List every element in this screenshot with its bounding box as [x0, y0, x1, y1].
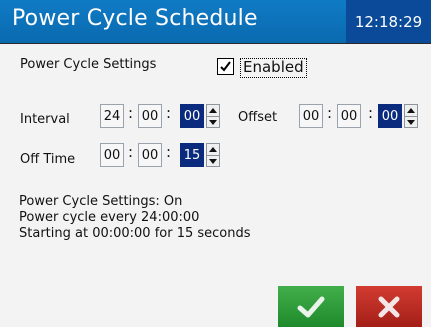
time-separator: : [327, 104, 333, 122]
triangle-up-icon [407, 108, 415, 113]
offset-minutes-field[interactable]: 00 [337, 104, 361, 128]
triangle-down-icon [407, 120, 415, 125]
spinner-up-button[interactable] [207, 144, 219, 156]
settings-label: Power Cycle Settings [20, 57, 157, 72]
status-summary: Power Cycle Settings: On Power cycle eve… [19, 194, 251, 242]
triangle-down-icon [209, 120, 217, 125]
status-line: Power Cycle Settings: On [19, 194, 183, 209]
enabled-checkbox[interactable] [217, 58, 234, 75]
off-time-seconds-field[interactable]: 15 [180, 143, 204, 167]
triangle-up-icon [209, 108, 217, 113]
offset-seconds-field[interactable]: 00 [378, 104, 402, 128]
spinner-up-button[interactable] [207, 105, 219, 117]
time-separator: : [166, 143, 172, 161]
cancel-button[interactable] [356, 286, 422, 327]
status-line: Starting at 00:00:00 for 15 seconds [19, 226, 251, 241]
interval-seconds-field[interactable]: 00 [180, 104, 204, 128]
offset-hours-field[interactable]: 00 [299, 104, 323, 128]
checkmark-icon [297, 296, 325, 317]
off-time-minutes-field[interactable]: 00 [138, 143, 162, 167]
offset-spinner[interactable] [404, 104, 418, 128]
x-icon [378, 296, 400, 317]
status-line: Power cycle every 24:00:00 [19, 210, 200, 225]
off-time-label: Off Time [20, 152, 76, 167]
checkmark-icon [220, 61, 231, 72]
time-separator: : [368, 104, 374, 122]
interval-hours-field[interactable]: 24 [100, 104, 124, 128]
enabled-label[interactable]: Enabled [243, 58, 304, 76]
off-time-hours-field[interactable]: 00 [100, 143, 124, 167]
title-bar: Power Cycle Schedule 12:18:29 [0, 0, 431, 44]
spinner-down-button[interactable] [405, 117, 417, 128]
interval-minutes-field[interactable]: 00 [138, 104, 162, 128]
clock-display: 12:18:29 [346, 0, 431, 43]
triangle-down-icon [209, 159, 217, 164]
time-separator: : [128, 143, 134, 161]
triangle-up-icon [209, 147, 217, 152]
time-separator: : [166, 104, 172, 122]
offset-label: Offset [238, 110, 278, 125]
main-content [0, 44, 431, 327]
spinner-down-button[interactable] [207, 117, 219, 128]
spinner-up-button[interactable] [405, 105, 417, 117]
time-separator: : [128, 104, 134, 122]
interval-spinner[interactable] [206, 104, 220, 128]
ok-button[interactable] [278, 286, 344, 327]
off-time-spinner[interactable] [206, 143, 220, 167]
interval-label: Interval [20, 112, 70, 127]
page-title: Power Cycle Schedule [12, 6, 258, 31]
spinner-down-button[interactable] [207, 156, 219, 167]
